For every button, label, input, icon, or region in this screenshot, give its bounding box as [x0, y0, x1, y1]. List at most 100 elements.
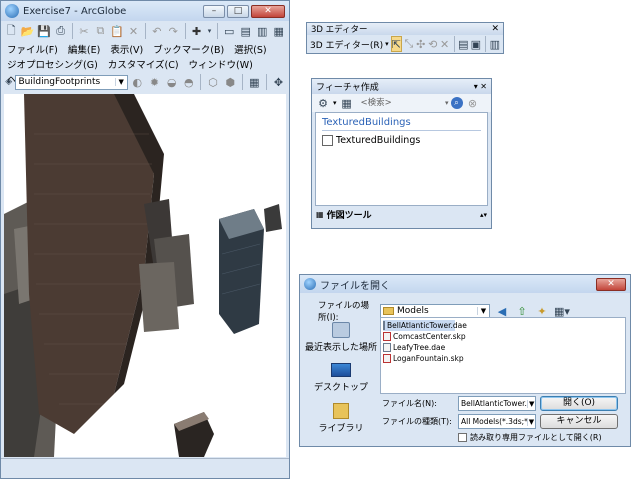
- readonly-label: 読み取り専用ファイルとして開く(R): [470, 433, 602, 442]
- app-globe-icon: [304, 278, 316, 290]
- file-name: LeafyTree.dae: [393, 343, 446, 352]
- file-name: ComcastCenter.skp: [393, 332, 466, 341]
- file-item[interactable]: LoganFountain.skp: [383, 353, 623, 364]
- toolbox-icon[interactable]: ▦: [271, 23, 285, 39]
- globe-3d-view[interactable]: [4, 94, 286, 457]
- sketch-properties-icon[interactable]: ▥: [490, 36, 500, 52]
- place-library[interactable]: ライブラリ: [304, 403, 378, 434]
- pin-icon[interactable]: ▾ ✕: [474, 82, 487, 91]
- menu-customize[interactable]: カスタマイズ(C): [108, 58, 179, 73]
- file-dialog-titlebar[interactable]: ファイルを開く ✕: [300, 275, 630, 293]
- fly-icon[interactable]: ⬢: [223, 74, 238, 90]
- filename-input[interactable]: BellAtlanticTower.dae ▼: [458, 396, 536, 411]
- edit-vertices-icon[interactable]: ⤡: [404, 36, 414, 52]
- arcglobe-titlebar[interactable]: Exercise7 - ArcGlobe – □ ✕: [1, 1, 289, 21]
- chevron-down-icon[interactable]: ▾: [333, 99, 337, 107]
- cut-icon[interactable]: ✂: [77, 23, 91, 39]
- open-button[interactable]: 開く(O): [540, 396, 618, 411]
- move-icon[interactable]: ✣: [416, 36, 426, 52]
- template-item-label: TexturedBuildings: [336, 135, 421, 146]
- navigate-icon[interactable]: ⬡: [205, 74, 220, 90]
- chevron-up-icon[interactable]: ▴▾: [480, 211, 487, 219]
- open-folder-icon[interactable]: 📂: [20, 23, 35, 39]
- delete-icon[interactable]: ✕: [126, 23, 140, 39]
- minimize-button[interactable]: –: [203, 4, 225, 18]
- image-icon[interactable]: ▭: [222, 23, 236, 39]
- editor3d-tools: 3D エディター(R) ▾ ⇱ ⤡ ✣ ⟲ ✕ ▤ ▣ ▥: [307, 35, 503, 53]
- city-scene: [4, 94, 282, 457]
- brightness-icon[interactable]: ✹: [147, 74, 162, 90]
- edit-tool-icon[interactable]: ⇱: [390, 36, 402, 52]
- file-item[interactable]: LeafyTree.dae: [383, 342, 623, 353]
- filename-value: BellAtlanticTower.dae: [461, 399, 527, 408]
- print-icon[interactable]: ⎙: [53, 23, 67, 39]
- editor3d-titlebar[interactable]: 3D エディター ✕: [307, 23, 503, 35]
- cancel-button[interactable]: キャンセル: [540, 414, 618, 429]
- organize-templates-icon[interactable]: ⚙: [315, 95, 331, 111]
- file-open-dialog: ファイルを開く ✕ ファイルの場所(I): Models ▼ ◀ ⇧ ✦ ▦▾ …: [299, 274, 631, 447]
- folder-icon: [383, 307, 394, 315]
- paste-icon[interactable]: 📋: [110, 23, 124, 39]
- chevron-down-icon[interactable]: ▾: [385, 40, 389, 48]
- chevron-down-icon[interactable]: ▾: [206, 23, 213, 39]
- window-title: Exercise7 - ArcGlobe: [23, 5, 127, 17]
- chevron-down-icon: ▾: [445, 99, 449, 107]
- recent-places-icon: [332, 322, 350, 338]
- standard-toolbar: 🗋 📂 💾 ⎙ ✂ ⧉ 📋 ✕ ↶ ↷ ✚ ▾ ▭ ▤ ▥ ▦: [1, 21, 289, 41]
- menu-view[interactable]: 表示(V): [110, 43, 143, 58]
- close-icon[interactable]: ✕: [491, 24, 499, 34]
- maximize-button[interactable]: □: [227, 4, 249, 18]
- menu-windows[interactable]: ウィンドウ(W): [189, 58, 253, 73]
- table-icon[interactable]: ▤: [238, 23, 252, 39]
- new-document-icon[interactable]: 🗋: [4, 23, 18, 39]
- app-globe-icon: [5, 4, 19, 18]
- menu-selection[interactable]: 選択(S): [234, 43, 266, 58]
- library-icon: [333, 403, 349, 419]
- layer-toolbar: ◈ BuildingFootprints ▼ ◐ ✹ ◒ ◓ ⬡ ⬢ ▦ ✥: [1, 73, 289, 91]
- layer-combo[interactable]: BuildingFootprints ▼: [15, 74, 128, 90]
- place-recent[interactable]: 最近表示した場所: [304, 322, 378, 353]
- create-features-icon[interactable]: ▣: [471, 36, 481, 52]
- readonly-checkbox[interactable]: [458, 433, 467, 442]
- copy-icon[interactable]: ⧉: [93, 23, 107, 39]
- file-dialog-title: ファイルを開く: [320, 280, 390, 292]
- clear-search-icon[interactable]: ⊗: [465, 95, 481, 111]
- chevron-down-icon: ▼: [527, 399, 535, 408]
- file-item[interactable]: BellAtlanticTower.dae: [383, 320, 467, 331]
- chevron-down-icon: ▼: [114, 78, 127, 86]
- undo-icon[interactable]: ↶: [150, 23, 164, 39]
- save-icon[interactable]: 💾: [37, 23, 51, 39]
- filetype-select[interactable]: All Models(*.3ds;*.fl ▼: [458, 414, 536, 429]
- editor3d-menu[interactable]: 3D エディター(R): [310, 38, 383, 51]
- delete-icon[interactable]: ✕: [440, 36, 450, 52]
- pan-icon[interactable]: ✥: [271, 74, 286, 90]
- add-data-icon[interactable]: ✚: [189, 23, 203, 39]
- view-filter-icon[interactable]: ▦: [339, 95, 355, 111]
- readonly-row: 読み取り専用ファイルとして開く(R): [458, 432, 602, 443]
- menu-geoprocessing[interactable]: ジオプロセシング(G): [7, 58, 98, 73]
- rotate-icon[interactable]: ⟲: [428, 36, 438, 52]
- grid-icon[interactable]: ▦: [247, 74, 262, 90]
- template-group-header: TexturedBuildings: [322, 117, 481, 131]
- catalog-icon[interactable]: ▥: [255, 23, 269, 39]
- search-input[interactable]: <検索> ▾: [361, 96, 449, 110]
- file-icon: [383, 343, 391, 352]
- file-item[interactable]: ComcastCenter.skp: [383, 331, 623, 342]
- template-item[interactable]: TexturedBuildings: [322, 135, 481, 146]
- place-desktop[interactable]: デスクトップ: [304, 363, 378, 393]
- flicker-icon[interactable]: ◓: [181, 74, 196, 90]
- swipe-icon[interactable]: ◒: [164, 74, 179, 90]
- polygon-swatch-icon: [322, 135, 333, 146]
- redo-icon[interactable]: ↷: [166, 23, 180, 39]
- menu-bookmarks[interactable]: ブックマーク(B): [153, 43, 224, 58]
- menu-edit[interactable]: 編集(E): [68, 43, 100, 58]
- close-button[interactable]: ✕: [251, 4, 285, 18]
- contrast-icon[interactable]: ◐: [130, 74, 145, 90]
- layer-icon: ◈: [5, 77, 13, 87]
- attributes-icon[interactable]: ▤: [458, 36, 468, 52]
- feature-create-titlebar[interactable]: フィーチャ作成 ▾ ✕: [312, 79, 491, 94]
- menu-file[interactable]: ファイル(F): [7, 43, 58, 58]
- close-button[interactable]: ✕: [596, 277, 626, 291]
- construction-tools-header: ▦ 作図ツール ▴▾: [312, 206, 491, 223]
- search-icon[interactable]: ⌕: [450, 97, 463, 109]
